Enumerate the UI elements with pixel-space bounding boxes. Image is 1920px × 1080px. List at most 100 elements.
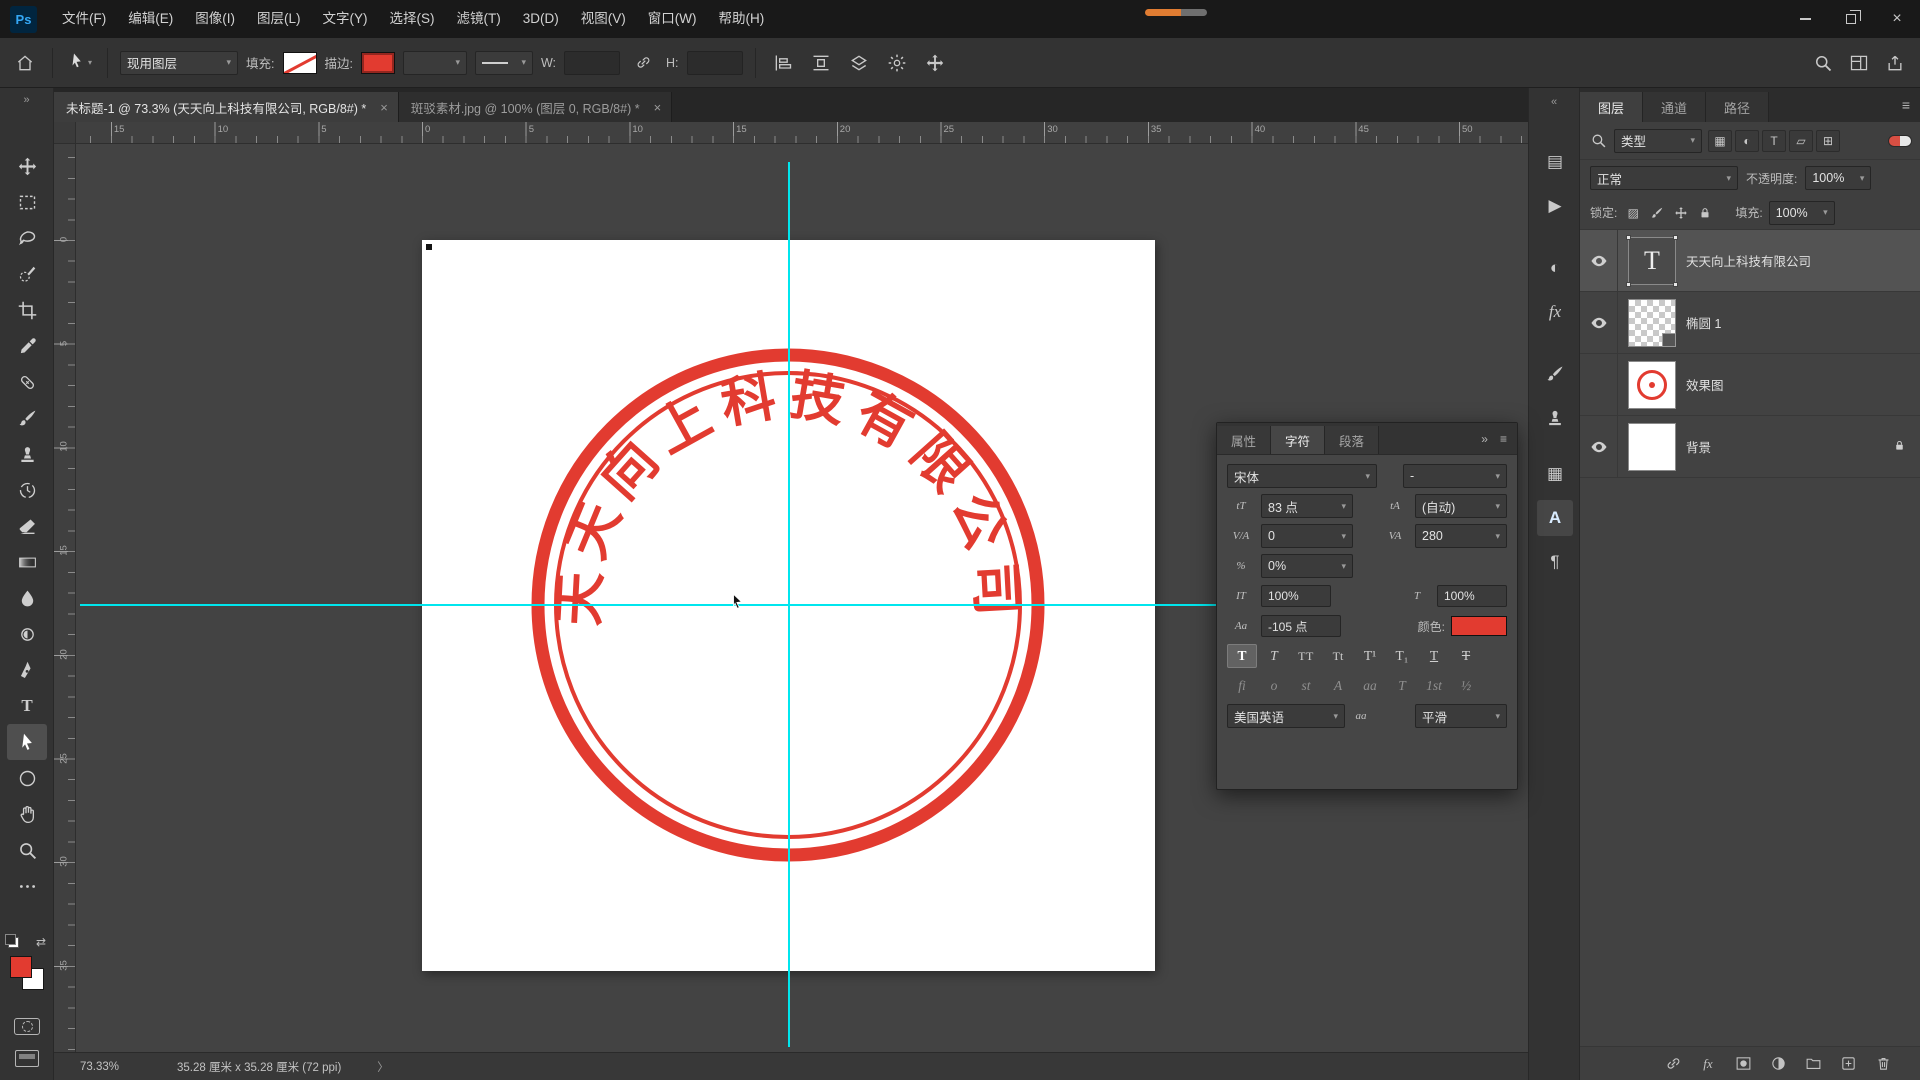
styles-panel-icon[interactable]: fx: [1537, 294, 1573, 330]
workspace-icon[interactable]: [1844, 48, 1874, 78]
tracking-dropdown[interactable]: 280▾: [1415, 524, 1507, 548]
layer-thumbnail[interactable]: [1628, 299, 1676, 347]
restore-button[interactable]: [1828, 0, 1874, 38]
lock-all-icon[interactable]: [1695, 203, 1715, 223]
current-tool-icon[interactable]: ▾: [65, 52, 95, 73]
layer-visibility-empty[interactable]: [1580, 354, 1618, 415]
swash-button[interactable]: A: [1323, 674, 1353, 698]
ruler-vertical[interactable]: 05101520253035: [54, 144, 76, 1052]
clone-stamp-tool[interactable]: [7, 436, 47, 472]
delete-layer-icon[interactable]: [1872, 1053, 1894, 1075]
gradient-tool[interactable]: [7, 544, 47, 580]
panel-menu-icon[interactable]: ≡: [1902, 97, 1910, 113]
small-caps-button[interactable]: Tt: [1323, 644, 1353, 668]
font-style-dropdown[interactable]: -▾: [1403, 464, 1507, 488]
foreground-color-swatch[interactable]: [10, 956, 32, 978]
leading-dropdown[interactable]: (自动)▾: [1415, 494, 1507, 518]
ordinals-button[interactable]: 1st: [1419, 674, 1449, 698]
panel-tab-路径[interactable]: 路径: [1706, 92, 1769, 122]
stylistic-alternates-button[interactable]: aa: [1355, 674, 1385, 698]
filter-type-layers-icon[interactable]: T: [1762, 130, 1786, 152]
eyedropper-tool[interactable]: [7, 328, 47, 364]
discretionary-ligatures-button[interactable]: st: [1291, 674, 1321, 698]
crop-tool[interactable]: [7, 292, 47, 328]
history-panel-icon[interactable]: ▤: [1537, 144, 1573, 180]
new-adjustment-layer-icon[interactable]: [1767, 1053, 1789, 1075]
healing-brush-tool[interactable]: [7, 364, 47, 400]
menu-图层(L)[interactable]: 图层(L): [246, 0, 312, 38]
ruler-corner[interactable]: [54, 122, 76, 144]
strikethrough-button[interactable]: T: [1451, 644, 1481, 668]
layer-thumbnail[interactable]: [1628, 423, 1676, 471]
vertical-scale-input[interactable]: 100%: [1261, 585, 1331, 607]
subscript-button[interactable]: T₁: [1387, 644, 1417, 668]
stroke-width-dropdown[interactable]: ▾: [403, 51, 467, 75]
layer-thumbnail[interactable]: T: [1628, 237, 1676, 285]
brush-settings-panel-icon[interactable]: [1537, 356, 1573, 392]
eraser-tool[interactable]: [7, 508, 47, 544]
char-panel-tab-段落[interactable]: 段落: [1325, 426, 1379, 454]
link-dimensions-icon[interactable]: [628, 48, 658, 78]
dock-expander-icon[interactable]: «: [1529, 96, 1579, 108]
fill-swatch[interactable]: [283, 52, 317, 74]
home-icon[interactable]: [10, 48, 40, 78]
contextual-alternates-button[interactable]: o: [1259, 674, 1289, 698]
layer-thumbnail[interactable]: [1628, 361, 1676, 409]
layer-row[interactable]: 椭圆 1: [1580, 292, 1920, 354]
layer-row[interactable]: 背景: [1580, 416, 1920, 478]
panel-collapse-icon[interactable]: »: [1481, 432, 1488, 446]
font-size-dropdown[interactable]: 83 点▾: [1261, 494, 1353, 518]
layer-style-icon[interactable]: fx: [1697, 1053, 1719, 1075]
tab-close-icon[interactable]: ×: [380, 100, 388, 115]
actions-panel-icon[interactable]: ▶: [1537, 188, 1573, 224]
menu-编辑(E)[interactable]: 编辑(E): [117, 0, 184, 38]
blur-tool[interactable]: [7, 580, 47, 616]
select-mode-dropdown[interactable]: 现用图层▾: [120, 51, 238, 75]
menu-文件(F)[interactable]: 文件(F): [51, 0, 117, 38]
baseline-shift-input[interactable]: -105 点: [1261, 615, 1341, 637]
adjustments-panel-icon[interactable]: ◐: [1537, 250, 1573, 286]
layer-filter-dropdown[interactable]: 类型▾: [1614, 129, 1702, 153]
ligatures-button[interactable]: fi: [1227, 674, 1257, 698]
dodge-tool[interactable]: [7, 616, 47, 652]
titling-alternates-button[interactable]: T: [1387, 674, 1417, 698]
paragraph-panel-icon[interactable]: ¶: [1537, 544, 1573, 580]
move-tool[interactable]: [7, 148, 47, 184]
lasso-tool[interactable]: [7, 220, 47, 256]
width-input[interactable]: [564, 51, 620, 75]
ruler-horizontal[interactable]: 1510505101520253035404550: [76, 122, 1528, 144]
path-selection-tool[interactable]: [7, 724, 47, 760]
layer-visibility-eye-icon[interactable]: [1580, 292, 1618, 353]
close-button[interactable]: ×: [1874, 0, 1920, 38]
minimize-button[interactable]: [1782, 0, 1828, 38]
menu-窗口(W)[interactable]: 窗口(W): [637, 0, 708, 38]
constrain-icon[interactable]: [920, 48, 950, 78]
tab-close-icon[interactable]: ×: [654, 100, 662, 115]
history-brush-tool[interactable]: [7, 472, 47, 508]
layer-visibility-eye-icon[interactable]: [1580, 230, 1618, 291]
guide-horizontal[interactable]: [80, 604, 1216, 606]
opacity-dropdown[interactable]: 100%▾: [1805, 166, 1871, 190]
stroke-swatch[interactable]: [361, 52, 395, 74]
quick-mask-icon[interactable]: [14, 1018, 40, 1035]
kerning-dropdown[interactable]: 0▾: [1261, 524, 1353, 548]
add-layer-mask-icon[interactable]: [1732, 1053, 1754, 1075]
brush-tool[interactable]: [7, 400, 47, 436]
menu-选择(S)[interactable]: 选择(S): [379, 0, 446, 38]
arrange-icon[interactable]: [844, 48, 874, 78]
quick-selection-tool[interactable]: [7, 256, 47, 292]
height-input[interactable]: [687, 51, 743, 75]
new-group-icon[interactable]: [1802, 1053, 1824, 1075]
edit-toolbar[interactable]: [7, 868, 47, 904]
layer-visibility-eye-icon[interactable]: [1580, 416, 1618, 477]
horizontal-scale-input[interactable]: 100%: [1437, 585, 1507, 607]
menu-图像(I)[interactable]: 图像(I): [184, 0, 246, 38]
all-caps-button[interactable]: TT: [1291, 644, 1321, 668]
patterns-panel-icon[interactable]: ▦: [1537, 456, 1573, 492]
document-tab[interactable]: 斑驳素材.jpg @ 100% (图层 0, RGB/8#) *×: [399, 92, 672, 122]
menu-文字(Y)[interactable]: 文字(Y): [312, 0, 379, 38]
menu-滤镜(T)[interactable]: 滤镜(T): [446, 0, 512, 38]
font-family-dropdown[interactable]: 宋体▾: [1227, 464, 1377, 488]
share-icon[interactable]: [1880, 48, 1910, 78]
lock-transparent-pixels-icon[interactable]: ▨: [1623, 203, 1643, 223]
